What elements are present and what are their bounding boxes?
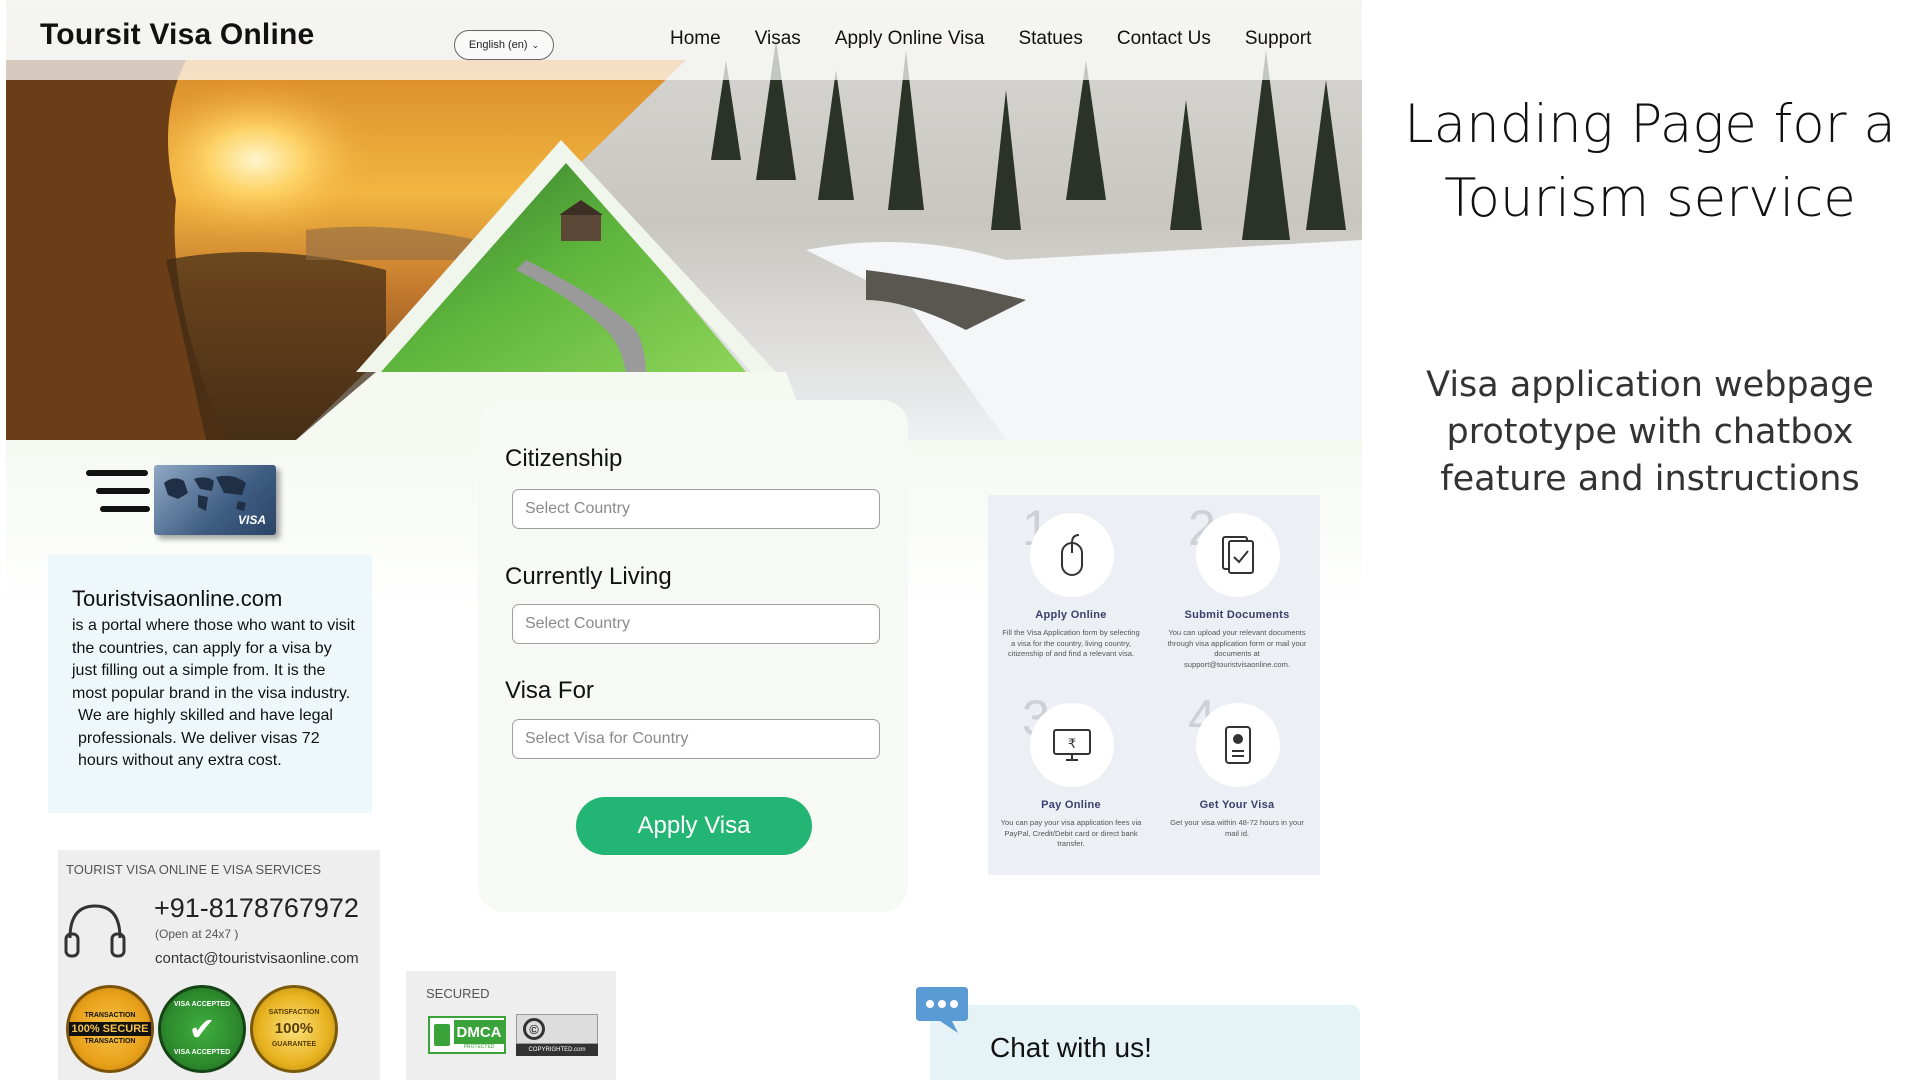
stage: Toursit Visa Online English (en) ⌄ Home … [0,0,1920,1080]
contact-phone[interactable]: +91-8178767972 [154,893,359,924]
step-title: Apply Online [1035,609,1107,621]
apply-visa-button[interactable]: Apply Visa [576,797,812,855]
currently-living-label: Currently Living [505,563,672,590]
step-title: Get Your Visa [1199,799,1275,811]
svg-text:₹: ₹ [1068,737,1076,752]
visa-for-placeholder: Select Visa for Country [525,730,689,747]
contact-email[interactable]: contact@touristvisaonline.com [155,950,359,967]
visa-for-select[interactable]: Select Visa for Country [512,719,880,759]
contact-hours: (Open at 24x7 ) [155,927,239,941]
main-nav: Home Visas Apply Online Visa Statues Con… [670,28,1311,50]
caption-subtitle-line: feature and instructions [1440,459,1860,499]
caption-title-line: Landing Page for a [1404,94,1896,155]
badge-bottom-text: VISA ACCEPTED [173,1049,231,1056]
badge-top-text: SATISFACTION [268,1009,320,1016]
citizenship-select[interactable]: Select Country [512,489,880,529]
nav-visas[interactable]: Visas [755,28,801,50]
badge-main-text: 100% SECURE [69,1022,151,1036]
citizenship-label: Citizenship [505,445,623,472]
badge-bottom-text: TRANSACTION [84,1038,136,1045]
secure-transaction-badge: TRANSACTION 100% SECURE TRANSACTION [66,985,154,1073]
contact-title: TOURIST VISA ONLINE E VISA SERVICES [66,862,322,877]
step-icon-circle [1196,513,1280,597]
dmca-label: DMCA [454,1020,504,1044]
brand-logo[interactable]: Toursit Visa Online [40,18,314,52]
document-check-icon [1222,536,1254,574]
caption-subtitle-line: Visa application webpage [1426,365,1874,405]
about-paragraph-2: We are highly skilled and have legal pro… [78,707,333,769]
monitor-rupee-icon: ₹ [1053,729,1091,761]
citizenship-placeholder: Select Country [525,500,630,517]
nav-home[interactable]: Home [670,28,721,50]
visa-accepted-badge: VISA ACCEPTED ✔ VISA ACCEPTED [158,985,246,1073]
check-icon: ✔ [188,1011,216,1047]
visa-card-label: VISA [237,513,266,527]
badge-top-text: TRANSACTION [84,1012,136,1019]
dmca-sub-label: PROTECTED [463,1044,495,1050]
step-description: You can upload your relevant documents t… [1167,628,1307,669]
nav-support[interactable]: Support [1245,28,1312,50]
satisfaction-guarantee-badge: SATISFACTION 100% GUARANTEE [250,985,338,1073]
step-description: Fill the Visa Application form by select… [1002,628,1140,659]
step-description: You can pay your visa application fees v… [1000,818,1142,849]
step-description: Get your visa within 48-72 hours in your… [1170,818,1304,838]
caption-subtitle-line: prototype with chatbox [1446,412,1854,452]
step-icon-circle [1030,513,1114,597]
badge-top-text: VISA ACCEPTED [173,1001,231,1008]
nav-statues[interactable]: Statues [1018,28,1082,50]
speed-line [96,488,150,494]
badge-main-text: 100% [274,1020,314,1037]
mouse-icon [1061,534,1083,576]
copyright-badge[interactable]: © COPYRIGHTED.com [516,1014,598,1056]
badge-bottom-text: GUARANTEE [271,1041,317,1048]
passport-icon [1225,726,1251,764]
copyright-icon: © [523,1018,545,1040]
currently-living-select[interactable]: Select Country [512,604,880,644]
dmca-badge[interactable]: DMCA PROTECTED [428,1016,506,1054]
caption-title: Landing Page for a Tourism service [1390,88,1910,236]
about-title: Touristvisaonline.com [72,586,283,611]
step-icon-circle [1196,703,1280,787]
step-title: Pay Online [1041,799,1101,811]
step-pay-online: 3 ₹ Pay Online You can pay your visa app… [988,685,1154,875]
step-title: Submit Documents [1184,609,1290,621]
copyright-label: COPYRIGHTED.com [528,1047,586,1053]
about-paragraph: is a portal where those who want to visi… [72,617,355,702]
step-icon-circle: ₹ [1030,703,1114,787]
chevron-down-icon: ⌄ [531,39,540,50]
nav-contact-us[interactable]: Contact Us [1117,28,1211,50]
step-get-your-visa: 4 Get Your Visa Get your visa within 48-… [1154,685,1320,875]
step-submit-documents: 2 Submit Documents You can upload your r… [1154,495,1320,685]
lock-icon [434,1024,450,1046]
step-apply-online: 1 Apply Online Fill the Visa Application… [988,495,1154,685]
chat-label[interactable]: Chat with us! [990,1032,1152,1064]
visa-for-label: Visa For [505,677,594,704]
chat-bubble-icon[interactable] [912,987,972,1035]
copyright-badge-top: © [516,1014,598,1044]
caption-title-line: Tourism service [1444,168,1856,229]
currently-living-placeholder: Select Country [525,615,630,632]
language-label: English (en) [468,39,528,51]
speed-line [100,506,150,512]
nav-apply-online-visa[interactable]: Apply Online Visa [835,28,985,50]
visa-card-icon: VISA [154,465,276,535]
speed-line [86,470,148,476]
secured-title: SECURED [426,986,490,1001]
headset-icon [64,904,126,958]
steps-panel: 1 Apply Online Fill the Visa Application… [988,495,1320,875]
caption-subtitle: Visa application webpage prototype with … [1410,362,1890,503]
language-select[interactable]: English (en) ⌄ [454,30,554,60]
about-text: is a portal where those who want to visi… [72,615,358,773]
